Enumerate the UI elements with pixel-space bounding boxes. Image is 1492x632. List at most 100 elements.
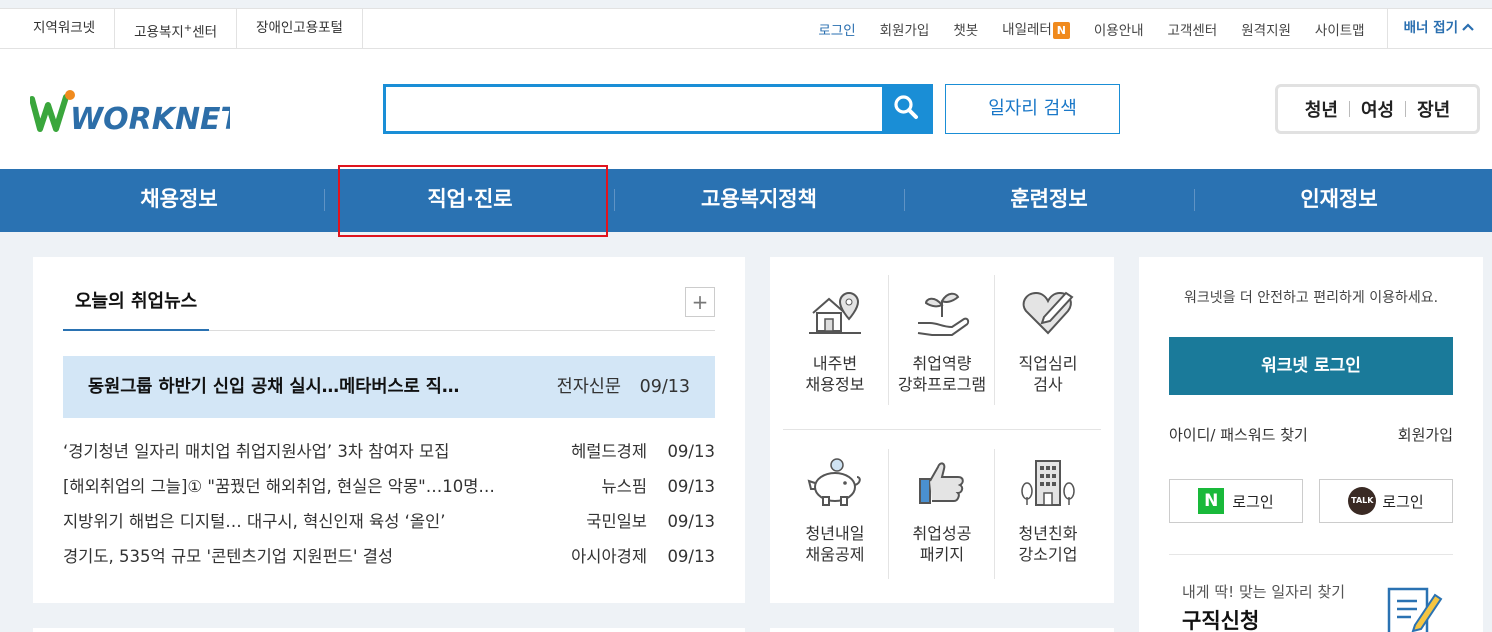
job-apply-subtitle: 내게 딱! 맞는 일자리 찾기 — [1182, 583, 1346, 601]
guide-link[interactable]: 이용안내 — [1082, 19, 1156, 39]
new-badge: N — [1052, 21, 1070, 39]
more-news-button[interactable]: + — [685, 287, 715, 317]
nav-talent-info[interactable]: 인재정보 — [1194, 169, 1484, 232]
nav-welfare-policy[interactable]: 고용복지정책 — [614, 169, 904, 232]
quick-label-line1: 청년친화 — [1018, 524, 1078, 543]
join-link[interactable]: 회원가입 — [1398, 424, 1453, 445]
news-item[interactable]: 지방위기 해법은 디지털… 대구시, 혁신인재 육성 ‘올인’ 국민일보 09/… — [63, 504, 715, 539]
news-title: [해외취업의 그늘]① "꿈꿨던 해외취업, 현실은 악몽"…10명… — [63, 477, 495, 496]
news-source: 뉴스핌 — [601, 477, 647, 496]
quick-psych-test[interactable]: 직업심리 검사 — [995, 287, 1101, 395]
selection-highlight — [338, 165, 608, 237]
kakao-login-label: 로그인 — [1382, 492, 1424, 511]
news-date: 09/13 — [667, 442, 715, 461]
sitemap-link[interactable]: 사이트맵 — [1303, 19, 1377, 39]
chevron-up-icon — [1462, 9, 1474, 48]
plus-icon: + — [691, 290, 709, 314]
site-welfare-center[interactable]: 고용복지+센터 — [114, 9, 236, 48]
login-panel: 워크넷을 더 안전하고 편리하게 이용하세요. 워크넷 로그인 아이디/ 패스워… — [1139, 257, 1483, 632]
quick-label-line1: 내주변 — [812, 354, 858, 373]
news-source: 아시아경제 — [571, 547, 647, 566]
nav-recruit-info[interactable]: 채용정보 — [34, 169, 324, 232]
logo-text: WORKNET — [70, 102, 230, 135]
job-search-button[interactable]: 일자리 검색 — [945, 84, 1120, 134]
quick-employment-program[interactable]: 취업역량 강화프로그램 — [889, 287, 995, 395]
chatbot-link[interactable]: 챗봇 — [941, 19, 990, 39]
search-icon — [893, 94, 919, 124]
search-box — [383, 84, 933, 134]
main-nav: 채용정보 직업·진로 고용복지정책 훈련정보 인재정보 — [0, 165, 1492, 237]
featured-news[interactable]: 동원그룹 하반기 신입 공채 실시…메타버스로 직… 전자신문 09/13 — [63, 356, 715, 418]
family-sites: 지역워크넷 고용복지+센터 장애인고용포털 — [0, 9, 363, 48]
quick-label-line1: 취업역량 — [912, 354, 972, 373]
quick-nearby-jobs[interactable]: 내주변 채용정보 — [782, 287, 888, 395]
site-welfare-plus: + — [183, 23, 193, 34]
target-group-selector: 청년 여성 장년 — [1275, 84, 1480, 134]
news-date: 09/13 — [667, 512, 715, 531]
quick-label-line1: 취업성공 — [912, 524, 972, 543]
myletter-link[interactable]: 내일레터 N — [990, 18, 1082, 39]
news-source: 국민일보 — [586, 512, 647, 531]
naver-login-label: 로그인 — [1232, 492, 1274, 511]
next-panel-edge — [33, 628, 745, 632]
news-title: 경기도, 535억 규모 '콘텐츠기업 지원펀드' 결성 — [63, 547, 394, 566]
building-icon — [1018, 457, 1078, 509]
quick-label-line2: 채용정보 — [805, 375, 865, 394]
quick-menu-panel: 내주변 채용정보 취업역량 강화프로그램 직업심리 검사 청년내일 채움공제 취… — [770, 257, 1114, 603]
login-message: 워크넷을 더 안전하고 편리하게 이용하세요. — [1183, 290, 1439, 306]
remote-support-link[interactable]: 원격지원 — [1229, 19, 1303, 39]
news-item[interactable]: ‘경기청년 일자리 매치업 취업지원사업’ 3차 참여자 모집 헤럴드경제 09… — [63, 434, 715, 469]
quick-label-line1: 청년내일 — [805, 524, 865, 543]
house-location-icon — [805, 287, 865, 339]
job-apply-title[interactable]: 구직신청 — [1182, 605, 1259, 632]
quick-label-line2: 패키지 — [919, 545, 965, 564]
site-welfare-label: 고용복지 — [134, 24, 184, 41]
search-button[interactable] — [882, 87, 930, 131]
kakao-talk-icon: TALK — [1348, 487, 1377, 515]
site-local-worknet[interactable]: 지역워크넷 — [0, 9, 114, 48]
divider — [1348, 101, 1350, 117]
divider — [1169, 554, 1453, 555]
application-form-icon — [1383, 581, 1443, 632]
next-panel-edge — [770, 628, 1114, 632]
news-title: ‘경기청년 일자리 매치업 취업지원사업’ 3차 참여자 모집 — [63, 442, 450, 461]
customer-center-link[interactable]: 고객센터 — [1156, 19, 1230, 39]
fold-banner-button[interactable]: 배너 접기 — [1386, 9, 1492, 48]
signup-link[interactable]: 회원가입 — [868, 19, 942, 39]
quick-label-line2: 채움공제 — [805, 545, 865, 564]
thumbs-up-icon — [912, 457, 972, 509]
util-links: 로그인 회원가입 챗봇 내일레터 N 이용안내 고객센터 원격지원 사이트맵 배너… — [806, 9, 1492, 48]
news-date: 09/13 — [667, 477, 715, 496]
news-item[interactable]: 경기도, 535억 규모 '콘텐츠기업 지원펀드' 결성 아시아경제 09/13 — [63, 539, 715, 574]
naver-login-button[interactable]: N 로그인 — [1169, 479, 1303, 523]
target-senior[interactable]: 장년 — [1417, 96, 1450, 122]
news-list: ‘경기청년 일자리 매치업 취업지원사업’ 3차 참여자 모집 헤럴드경제 09… — [63, 434, 715, 574]
featured-news-source: 전자신문 — [556, 377, 621, 397]
featured-news-title: 동원그룹 하반기 신입 공채 실시…메타버스로 직… — [88, 377, 460, 397]
news-item[interactable]: [해외취업의 그늘]① "꿈꿨던 해외취업, 현실은 악몽"…10명… 뉴스핌 … — [63, 469, 715, 504]
news-panel: 오늘의 취업뉴스 + 동원그룹 하반기 신입 공채 실시…메타버스로 직… 전자… — [33, 257, 745, 603]
tab-today-news[interactable]: 오늘의 취업뉴스 — [63, 285, 210, 331]
find-id-password-link[interactable]: 아이디/ 패스워드 찾기 — [1169, 424, 1308, 445]
target-youth[interactable]: 청년 — [1305, 96, 1338, 122]
site-disabled-portal[interactable]: 장애인고용포털 — [236, 9, 363, 48]
news-tabs: 오늘의 취업뉴스 + — [63, 285, 715, 331]
quick-youth-savings[interactable]: 청년내일 채움공제 — [782, 457, 888, 565]
quick-success-package[interactable]: 취업성공 패키지 — [889, 457, 995, 565]
site-welfare-label-2: 센터 — [192, 24, 218, 41]
kakao-login-button[interactable]: TALK 로그인 — [1319, 479, 1453, 523]
worknet-logo[interactable]: WORKNET — [29, 89, 244, 137]
naver-icon: N — [1198, 488, 1225, 514]
target-women[interactable]: 여성 — [1361, 96, 1394, 122]
heart-pen-icon — [1018, 287, 1078, 339]
news-source: 헤럴드경제 — [571, 442, 647, 461]
piggy-bank-icon — [805, 457, 865, 509]
login-link[interactable]: 로그인 — [806, 19, 867, 39]
quick-label-line2: 강소기업 — [1018, 545, 1078, 564]
nav-training-info[interactable]: 훈련정보 — [904, 169, 1194, 232]
myletter-label: 내일레터 — [1002, 22, 1052, 39]
fold-banner-label: 배너 접기 — [1403, 20, 1458, 36]
search-input[interactable] — [386, 87, 886, 131]
worknet-login-button[interactable]: 워크넷 로그인 — [1169, 337, 1453, 395]
quick-youth-friendly-company[interactable]: 청년친화 강소기업 — [995, 457, 1101, 565]
